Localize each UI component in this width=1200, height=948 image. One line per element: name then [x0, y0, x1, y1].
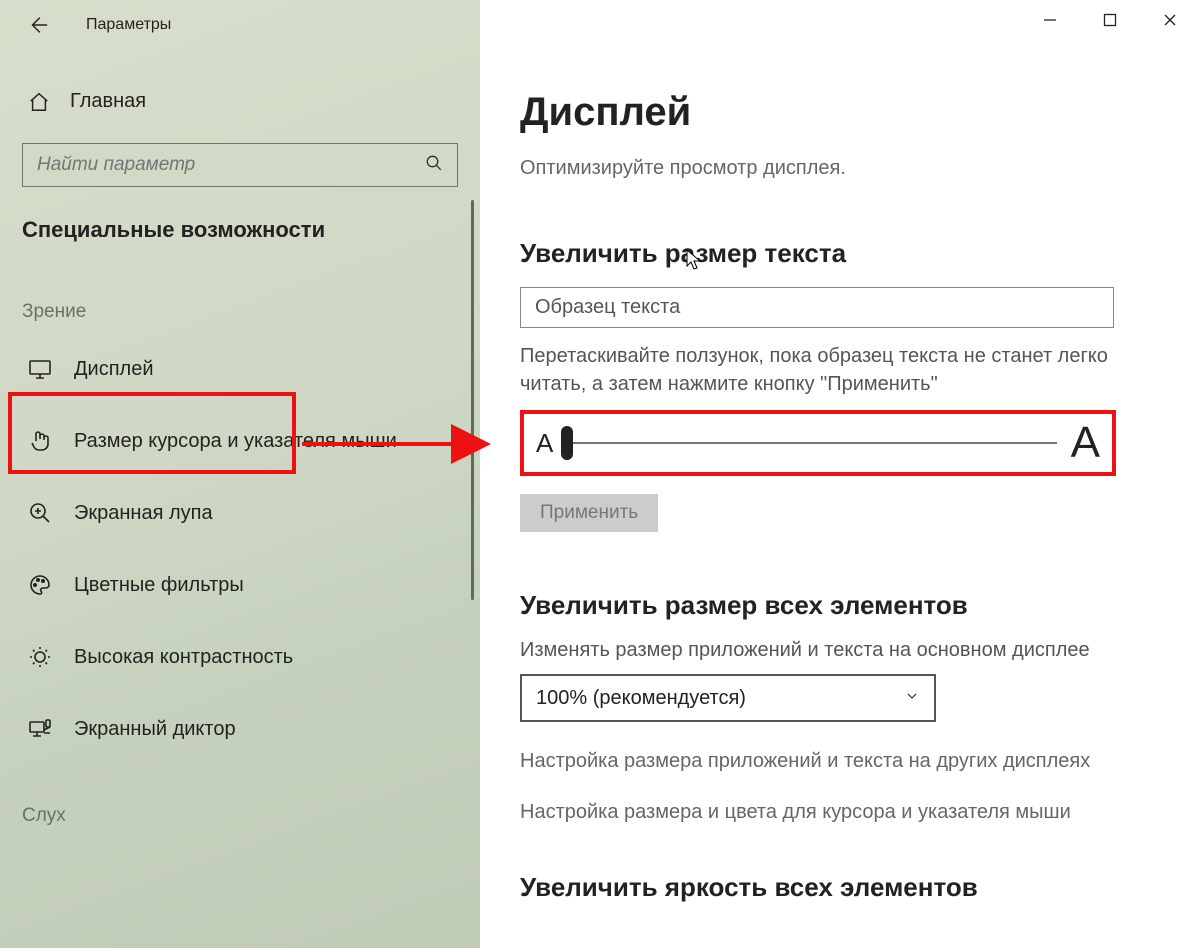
search-icon [425, 154, 443, 177]
contrast-icon [28, 645, 56, 669]
sidebar-item-label: Дисплей [74, 358, 154, 381]
sidebar-item-label: Высокая контрастность [74, 646, 293, 669]
sidebar-item-contrast[interactable]: Высокая контрастность [0, 621, 480, 693]
search-input[interactable] [37, 154, 425, 176]
search-box[interactable] [22, 143, 458, 187]
sidebar-item-label: Экранный диктор [74, 718, 236, 741]
sidebar: Главная Специальные возможности Зрение Д… [0, 0, 480, 948]
magnifier-icon [28, 501, 56, 525]
slider-max-label: A [1071, 418, 1100, 468]
slider-instruction: Перетаскивайте ползунок, пока образец те… [520, 342, 1120, 398]
sidebar-home[interactable]: Главная [0, 80, 480, 123]
home-icon [28, 91, 56, 113]
titlebar: Параметры [0, 0, 1200, 50]
palette-icon [28, 573, 56, 597]
group-hearing-label: Слух [22, 805, 480, 827]
narrator-icon [28, 717, 56, 741]
slider-thumb[interactable] [561, 426, 573, 460]
other-displays-link[interactable]: Настройка размера приложений и текста на… [520, 750, 1160, 773]
sidebar-item-narrator[interactable]: Экранный диктор [0, 693, 480, 765]
sidebar-item-label: Размер курсора и указателя мыши [74, 430, 397, 453]
sidebar-item-color-filters[interactable]: Цветные фильтры [0, 549, 480, 621]
window-title: Параметры [86, 16, 171, 34]
sidebar-item-display[interactable]: Дисплей [0, 333, 480, 405]
sidebar-item-magnifier[interactable]: Экранная лупа [0, 477, 480, 549]
scale-description: Изменять размер приложений и текста на о… [520, 639, 1160, 662]
slider-track[interactable] [567, 442, 1056, 444]
sidebar-item-label: Экранная лупа [74, 502, 213, 525]
sidebar-item-label: Цветные фильтры [74, 574, 244, 597]
sidebar-scrollbar[interactable] [471, 200, 474, 600]
section-heading: Специальные возможности [22, 217, 480, 243]
monitor-icon [28, 357, 56, 381]
content-panel: Дисплей Оптимизируйте просмотр дисплея. … [500, 0, 1200, 948]
page-title: Дисплей [520, 90, 1160, 135]
page-subtitle: Оптимизируйте просмотр дисплея. [520, 157, 1160, 180]
cursor-hand-icon [28, 429, 56, 453]
scale-heading: Увеличить размер всех элементов [520, 590, 1160, 621]
cursor-settings-link[interactable]: Настройка размера и цвета для курсора и … [520, 801, 1160, 824]
text-size-heading: Увеличить размер текста [520, 238, 1160, 269]
brightness-heading: Увеличить яркость всех элементов [520, 872, 1160, 903]
back-button[interactable] [18, 5, 58, 45]
scale-select[interactable]: 100% (рекомендуется) [520, 674, 936, 722]
apply-button[interactable]: Применить [520, 494, 658, 532]
group-vision-label: Зрение [22, 301, 480, 323]
slider-min-label: A [536, 428, 553, 459]
chevron-down-icon [904, 688, 920, 709]
sample-text-box: Образец текста [520, 287, 1114, 328]
scale-select-value: 100% (рекомендуется) [536, 687, 746, 710]
sidebar-home-label: Главная [70, 90, 146, 113]
text-size-slider[interactable]: A A [520, 410, 1116, 476]
sidebar-item-cursor[interactable]: Размер курсора и указателя мыши [0, 405, 480, 477]
